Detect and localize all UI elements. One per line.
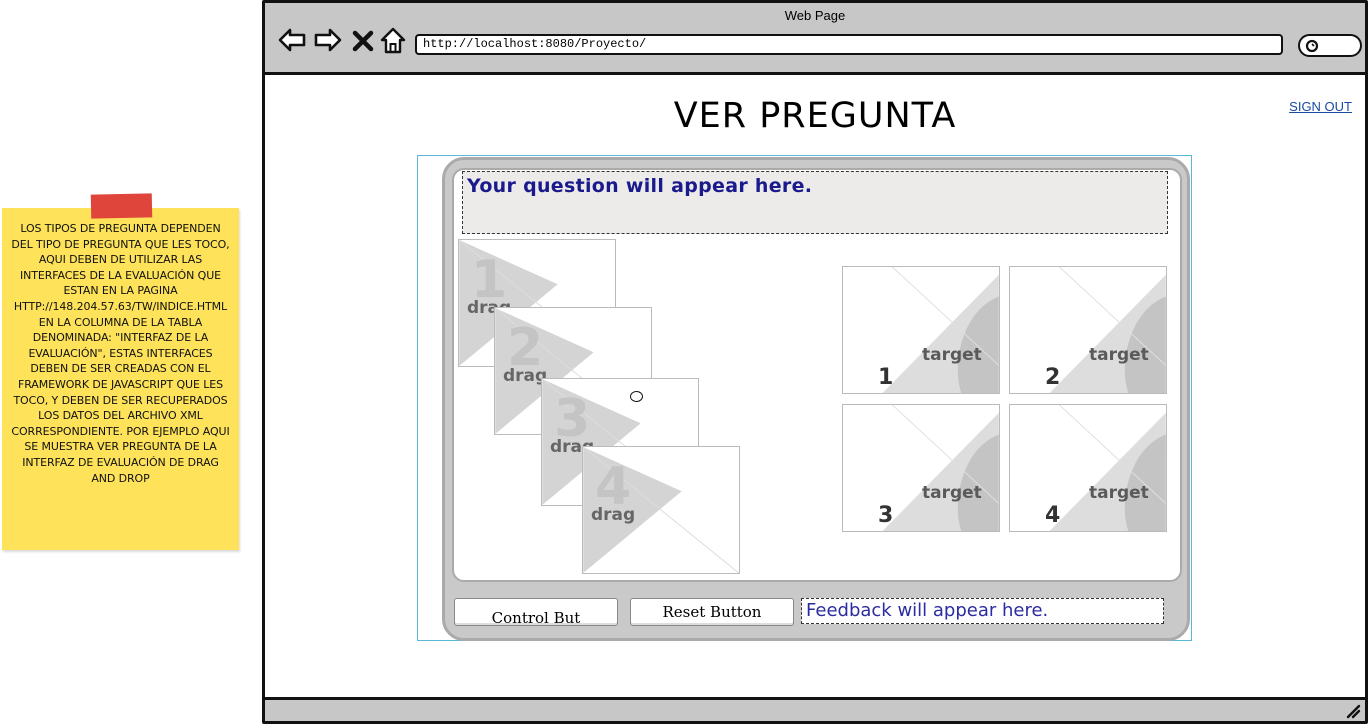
drop-target-3[interactable]: target 3	[842, 404, 1000, 532]
page-title: VER PREGUNTA	[673, 96, 957, 136]
cursor-circle-icon	[630, 391, 643, 402]
drop-target-label: target	[922, 483, 982, 503]
drop-target-1[interactable]: target 1	[842, 266, 1000, 394]
drop-target-2[interactable]: target 2	[1009, 266, 1167, 394]
reset-button[interactable]: Reset Button	[630, 598, 794, 626]
control-button[interactable]: Control But	[454, 598, 618, 626]
sticky-note-text: LOS TIPOS DE PREGUNTA DEPENDEN DEL TIPO …	[11, 222, 230, 485]
drag-item-4[interactable]: 4 drag	[582, 446, 740, 574]
drop-target-label: target	[1089, 483, 1149, 503]
drop-target-4[interactable]: target 4	[1009, 404, 1167, 532]
drop-target-number: 1	[878, 365, 894, 390]
drop-target-label: target	[922, 345, 982, 365]
question-box: Your question will appear here.	[462, 171, 1168, 234]
back-arrow-icon[interactable]	[277, 25, 307, 55]
browser-titlebar: Web Page http://localhost:8080/Proyecto/	[265, 3, 1365, 75]
sticky-tape	[90, 193, 153, 219]
close-x-icon[interactable]	[351, 25, 375, 55]
browser-search-box[interactable]	[1298, 34, 1362, 57]
window-title: Web Page	[784, 8, 846, 23]
drag-item-label: drag	[591, 505, 636, 525]
address-bar[interactable]: http://localhost:8080/Proyecto/	[415, 34, 1283, 55]
browser-statusbar	[265, 697, 1365, 721]
search-icon	[1305, 39, 1319, 53]
drag-drop-activity: Your question will appear here. 1 drag 2…	[417, 155, 1192, 641]
question-text: Your question will appear here.	[467, 175, 813, 197]
drop-target-number: 4	[1045, 503, 1061, 528]
drop-target-label: target	[1089, 345, 1149, 365]
drop-target-number: 3	[878, 503, 894, 528]
resize-grip-icon[interactable]	[1345, 703, 1361, 719]
forward-arrow-icon[interactable]	[313, 25, 343, 55]
drop-target-number: 2	[1045, 365, 1061, 390]
home-icon[interactable]	[378, 25, 408, 55]
sign-out-link[interactable]: SIGN OUT	[1289, 99, 1352, 114]
feedback-box: Feedback will appear here.	[801, 598, 1164, 624]
sticky-note: LOS TIPOS DE PREGUNTA DEPENDEN DEL TIPO …	[2, 193, 239, 550]
feedback-text: Feedback will appear here.	[806, 600, 1049, 621]
